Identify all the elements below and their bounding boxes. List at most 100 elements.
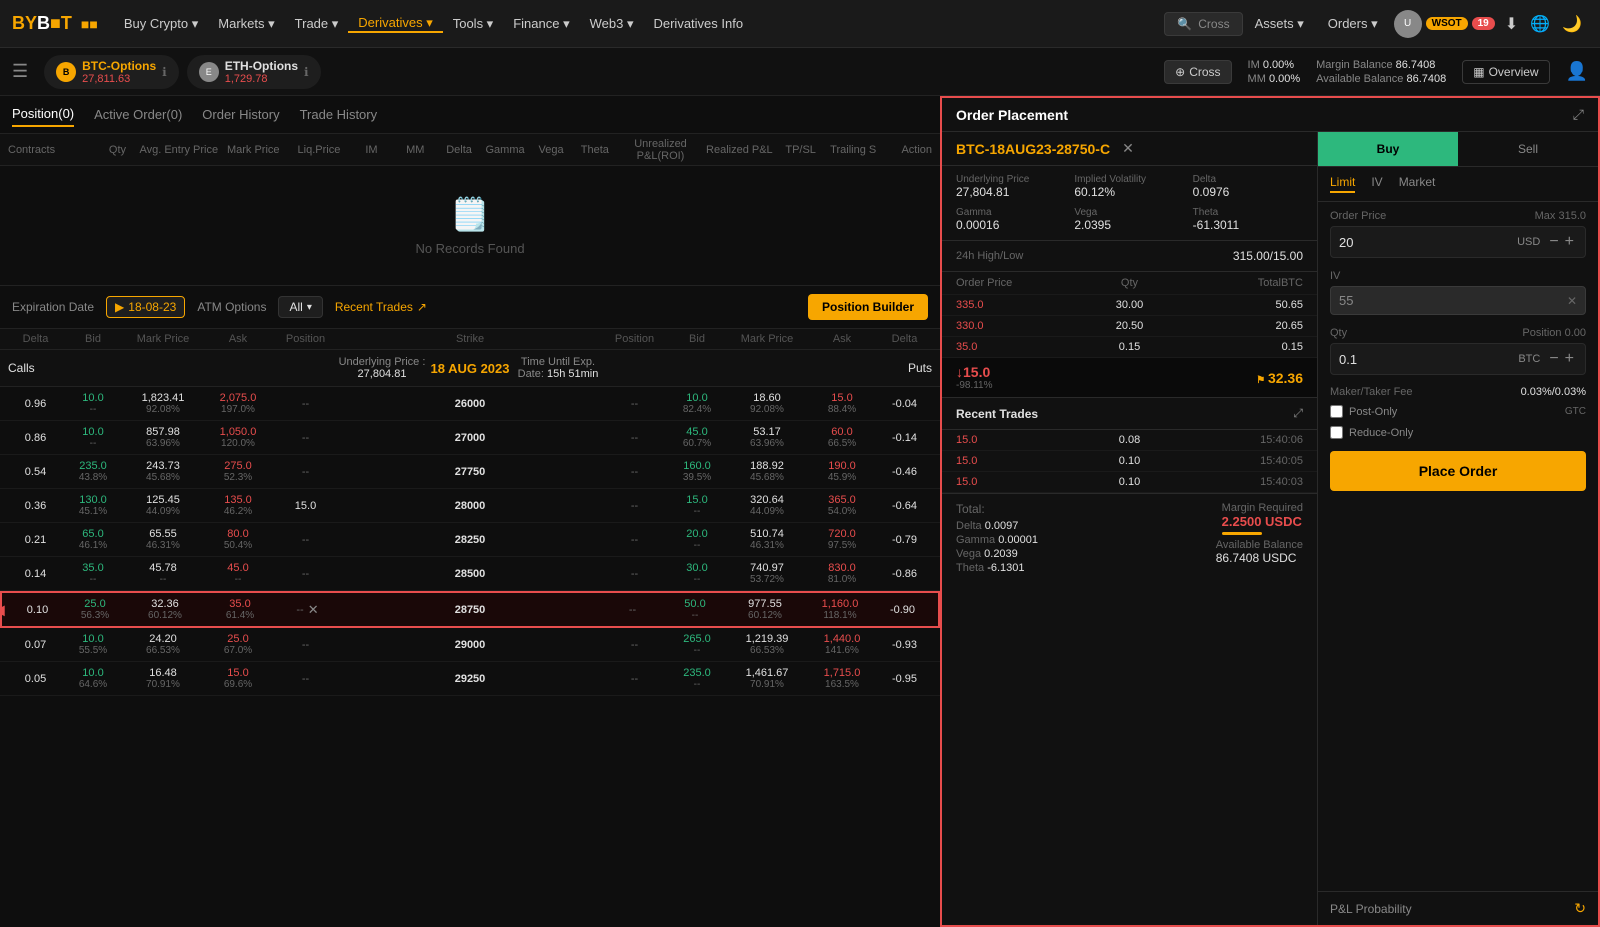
- strike-cell[interactable]: 29000: [338, 639, 602, 651]
- bid-left[interactable]: 25.056.3%: [65, 598, 125, 621]
- user-icon[interactable]: 👤: [1566, 61, 1588, 82]
- cross-button[interactable]: ⊕ Cross: [1164, 60, 1231, 84]
- bid-right[interactable]: 15.0--: [667, 494, 727, 517]
- ask-left[interactable]: 135.046.2%: [203, 494, 273, 517]
- logo[interactable]: BYB■T ■■: [12, 13, 98, 34]
- ask-right[interactable]: 60.066.5%: [807, 426, 877, 449]
- ask-right[interactable]: 830.081.0%: [807, 562, 877, 585]
- bid-right[interactable]: 10.082.4%: [667, 392, 727, 415]
- decrement-price-icon[interactable]: −: [1546, 233, 1561, 251]
- ask-right[interactable]: 15.088.4%: [807, 392, 877, 415]
- ask-left[interactable]: 35.061.4%: [205, 598, 275, 621]
- order-price-input[interactable]: [1339, 235, 1511, 250]
- menu-icon[interactable]: ☰: [12, 61, 28, 82]
- increment-qty-icon[interactable]: +: [1562, 350, 1577, 368]
- increment-price-icon[interactable]: +: [1562, 233, 1577, 251]
- avatar[interactable]: U: [1394, 10, 1422, 38]
- ask-right[interactable]: 1,715.0163.5%: [807, 667, 877, 690]
- ask-right[interactable]: 365.054.0%: [807, 494, 877, 517]
- strike-cell[interactable]: 27000: [338, 432, 602, 444]
- expand-icon[interactable]: ⤢: [1573, 106, 1584, 123]
- bid-left[interactable]: 35.0--: [63, 562, 123, 585]
- bid-left[interactable]: 10.064.6%: [63, 667, 123, 690]
- bid-right[interactable]: 30.0--: [667, 562, 727, 585]
- close-contract-icon[interactable]: ✕: [1122, 140, 1134, 157]
- nav-orders[interactable]: Orders ▾: [1316, 16, 1390, 32]
- strike-cell[interactable]: 28500: [338, 568, 602, 580]
- bid-right[interactable]: 45.060.7%: [667, 426, 727, 449]
- nav-tools[interactable]: Tools ▾: [443, 16, 504, 32]
- nav-buy-crypto[interactable]: Buy Crypto ▾: [114, 16, 208, 32]
- strike-cell[interactable]: 28000: [338, 500, 602, 512]
- strike-cell[interactable]: 26000: [338, 398, 602, 410]
- bid-left[interactable]: 235.043.8%: [63, 460, 123, 483]
- ask-right[interactable]: 190.045.9%: [807, 460, 877, 483]
- expiration-date[interactable]: ▶ 18-08-23: [106, 296, 185, 318]
- order-book-row[interactable]: 35.0 0.15 0.15: [942, 337, 1317, 358]
- recent-trades-link[interactable]: Recent Trades ↗: [335, 300, 427, 314]
- search-box[interactable]: 🔍 Cross: [1164, 12, 1242, 36]
- ask-left[interactable]: 2,075.0197.0%: [203, 392, 273, 415]
- refresh-icon[interactable]: ↻: [1574, 900, 1586, 917]
- ask-right[interactable]: 1,440.0141.6%: [807, 633, 877, 656]
- info-icon[interactable]: ℹ: [162, 65, 167, 79]
- nav-assets[interactable]: Assets ▾: [1243, 16, 1316, 32]
- nav-derivatives-info[interactable]: Derivatives Info: [643, 16, 753, 31]
- bid-right[interactable]: 20.0--: [667, 528, 727, 551]
- nav-markets[interactable]: Markets ▾: [208, 16, 284, 32]
- eth-options-tab[interactable]: E ETH-Options 1,729.78 ℹ: [187, 55, 321, 89]
- strike-cell[interactable]: 27750: [338, 466, 602, 478]
- nav-trade[interactable]: Trade ▾: [285, 16, 349, 32]
- reduce-only-checkbox[interactable]: [1330, 426, 1343, 439]
- notification-badge[interactable]: 19: [1472, 17, 1495, 30]
- atm-select[interactable]: All ▾: [278, 296, 322, 318]
- bid-left[interactable]: 65.046.1%: [63, 528, 123, 551]
- ask-left[interactable]: 275.052.3%: [203, 460, 273, 483]
- post-only-checkbox[interactable]: [1330, 405, 1343, 418]
- strike-cell[interactable]: 28250: [338, 534, 602, 546]
- theme-toggle[interactable]: 🌙: [1562, 14, 1582, 34]
- globe-icon[interactable]: 🌐: [1530, 14, 1550, 34]
- strike-cell[interactable]: 28750: [340, 604, 600, 616]
- ask-left[interactable]: 45.0--: [203, 562, 273, 585]
- bid-right[interactable]: 50.0--: [665, 598, 725, 621]
- qty-input[interactable]: [1339, 352, 1512, 367]
- order-book-row[interactable]: 335.0 30.00 50.65: [942, 295, 1317, 316]
- ask-left[interactable]: 80.050.4%: [203, 528, 273, 551]
- ask-right[interactable]: 1,160.0118.1%: [805, 598, 875, 621]
- nav-derivatives[interactable]: Derivatives ▾: [348, 15, 442, 33]
- ask-left[interactable]: 25.067.0%: [203, 633, 273, 656]
- close-iv-icon[interactable]: ✕: [1567, 294, 1577, 308]
- bid-left[interactable]: 10.0--: [63, 392, 123, 415]
- btc-options-tab[interactable]: B BTC-Options 27,811.63 ℹ: [44, 55, 179, 89]
- overview-button[interactable]: ▦ Overview: [1462, 60, 1549, 84]
- recent-trades-expand-icon[interactable]: ⤢: [1293, 406, 1303, 421]
- place-order-button[interactable]: Place Order: [1330, 451, 1586, 491]
- tab-order-history[interactable]: Order History: [202, 107, 279, 122]
- bid-right[interactable]: 265.0--: [667, 633, 727, 656]
- bid-right[interactable]: 235.0--: [667, 667, 727, 690]
- bid-left[interactable]: 10.0--: [63, 426, 123, 449]
- sell-tab[interactable]: Sell: [1458, 132, 1598, 166]
- tab-active-order[interactable]: Active Order(0): [94, 107, 182, 122]
- order-type-limit[interactable]: Limit: [1330, 175, 1355, 193]
- ask-right[interactable]: 720.097.5%: [807, 528, 877, 551]
- order-type-iv[interactable]: IV: [1371, 175, 1382, 193]
- option-row-highlighted[interactable]: ◀ 0.10 25.056.3% 32.3660.12% 35.061.4% -…: [0, 591, 940, 628]
- strike-cell[interactable]: 29250: [338, 673, 602, 685]
- tab-position[interactable]: Position(0): [12, 102, 74, 127]
- download-icon[interactable]: ⬇: [1505, 14, 1518, 34]
- position-left[interactable]: 15.0: [273, 500, 338, 512]
- bid-left[interactable]: 130.045.1%: [63, 494, 123, 517]
- ask-left[interactable]: 1,050.0120.0%: [203, 426, 273, 449]
- tab-trade-history[interactable]: Trade History: [300, 107, 378, 122]
- decrement-qty-icon[interactable]: −: [1546, 350, 1561, 368]
- close-position-icon[interactable]: ✕: [308, 602, 319, 618]
- bid-right[interactable]: 160.039.5%: [667, 460, 727, 483]
- nav-web3[interactable]: Web3 ▾: [580, 16, 644, 32]
- eth-info-icon[interactable]: ℹ: [304, 65, 309, 79]
- bid-left[interactable]: 10.055.5%: [63, 633, 123, 656]
- order-book-row[interactable]: 330.0 20.50 20.65: [942, 316, 1317, 337]
- nav-finance[interactable]: Finance ▾: [503, 16, 579, 32]
- order-type-market[interactable]: Market: [1399, 175, 1436, 193]
